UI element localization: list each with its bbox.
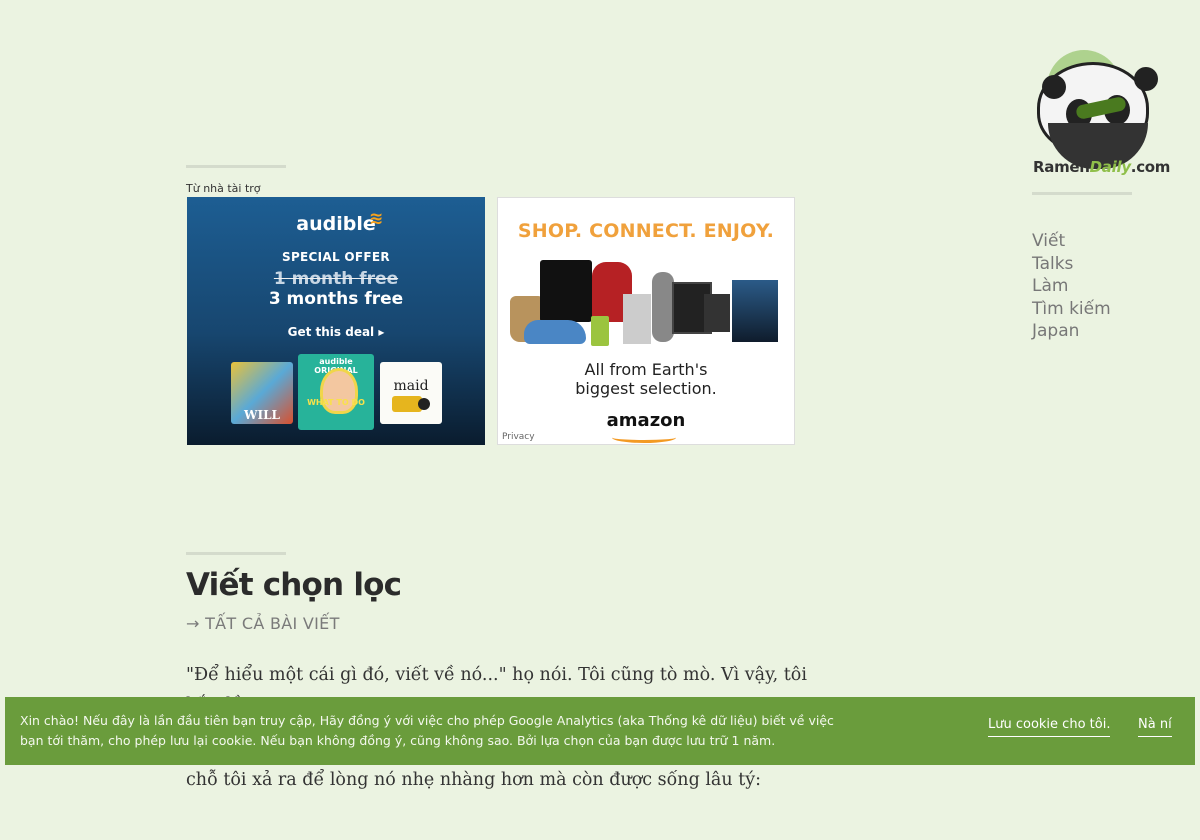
audible-logo: audible ≋: [187, 209, 485, 235]
site-logo[interactable]: RamenDaily.com: [1033, 50, 1170, 180]
audible-ad[interactable]: audible ≋ SPECIAL OFFER 1 month free 3 m…: [187, 197, 485, 445]
book-cover-original: audible ORIGINAL WHAT TO DO: [298, 354, 374, 430]
nav-item-viet[interactable]: Viết: [1032, 230, 1111, 253]
nav-item-talks[interactable]: Talks: [1032, 253, 1111, 276]
book-title-what-to-do: WHAT TO DO: [307, 398, 365, 407]
product-console-image: [540, 260, 592, 322]
amazon-logo-text: amazon: [606, 410, 686, 431]
product-shoe-image: [524, 320, 586, 344]
product-ereader-image: [704, 294, 730, 332]
book-title-maid: maid: [393, 378, 429, 394]
logo-text-daily: Daily: [1089, 158, 1131, 176]
product-knife-image: [623, 294, 651, 344]
product-pan-image: [652, 272, 674, 342]
product-glass-image: [591, 316, 609, 346]
main-nav: Viết Talks Làm Tìm kiếm Japan: [1032, 230, 1111, 343]
audible-brand-text: audible: [296, 213, 376, 235]
logo-wordmark: RamenDaily.com: [1033, 158, 1170, 176]
book-face-image: [320, 368, 358, 414]
product-movie-image: [732, 280, 778, 342]
amazon-selection-text: All from Earth's biggest selection.: [498, 360, 794, 398]
featured-title: Viết chọn lọc: [186, 567, 402, 603]
amazon-ad[interactable]: SHOP. CONNECT. ENJOY. All from Earth's b…: [497, 197, 795, 445]
logo-text-domain: .com: [1130, 158, 1171, 176]
amazon-selection-line2: biggest selection.: [575, 379, 717, 398]
new-offer-text: 3 months free: [268, 289, 404, 309]
logo-text-ramen: Ramen: [1033, 158, 1090, 176]
amazon-slogan: SHOP. CONNECT. ENJOY.: [517, 220, 775, 242]
nav-item-tim-kiem[interactable]: Tìm kiếm: [1032, 298, 1111, 321]
ad-privacy-link[interactable]: Privacy: [502, 432, 535, 442]
intro-line-2: chỗ tôi xả ra để lòng nó nhẹ nhàng hơn m…: [186, 770, 762, 790]
panda-ear-right: [1134, 67, 1158, 91]
panda-mascot-icon: [1037, 62, 1158, 169]
logo-divider: [1032, 192, 1132, 195]
get-deal-link[interactable]: Get this deal ▸: [187, 325, 485, 339]
decline-cookie-button[interactable]: Nà ní: [1138, 717, 1172, 737]
panda-ear-left: [1042, 75, 1066, 99]
sponsor-label: Từ nhà tài trợ: [186, 182, 261, 195]
amazon-smile-icon: [612, 432, 676, 443]
cookie-message: Xin chào! Nếu đây là lần đầu tiên bạn tr…: [20, 713, 834, 748]
all-posts-link[interactable]: → TẤT CẢ BÀI VIẾT: [186, 614, 340, 633]
book-cover-maid: maid: [380, 362, 442, 424]
nav-item-japan[interactable]: Japan: [1032, 320, 1111, 343]
amazon-selection-line1: All from Earth's: [584, 360, 708, 379]
book-cover-will: WILL: [231, 362, 293, 424]
book-title-will: WILL: [244, 408, 280, 422]
cookie-banner: Xin chào! Nếu đây là lần đầu tiên bạn tr…: [5, 697, 1195, 765]
accept-cookie-button[interactable]: Lưu cookie cho tôi.: [988, 717, 1111, 737]
book-maid-badge: [418, 398, 430, 410]
special-offer-text: SPECIAL OFFER: [282, 250, 390, 264]
section-divider: [186, 165, 286, 168]
amazon-logo: amazon: [498, 410, 794, 443]
old-offer-text: 1 month free: [273, 269, 399, 289]
section-divider: [186, 552, 286, 555]
nav-item-lam[interactable]: Làm: [1032, 275, 1111, 298]
audible-waves-icon: ≋: [369, 209, 384, 229]
